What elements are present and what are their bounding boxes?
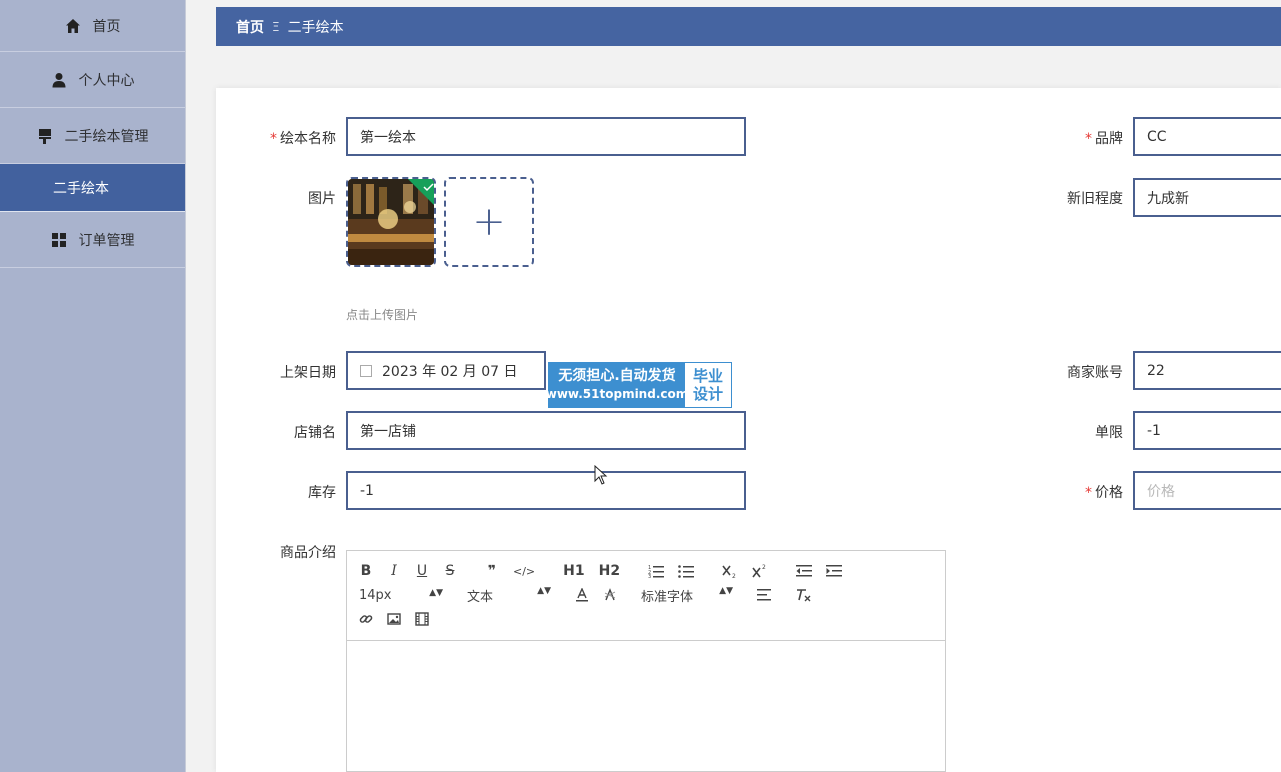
upload-image-button[interactable]: + — [444, 177, 534, 267]
sidebar-item-label: 二手绘本 — [53, 180, 109, 197]
library-photo-icon — [348, 179, 434, 265]
stamp-icon — [38, 128, 51, 144]
subscript-icon[interactable]: 2 — [722, 564, 738, 578]
shop-input[interactable]: 第一店铺 — [346, 411, 746, 450]
outdent-icon[interactable] — [796, 564, 813, 578]
breadcrumb-current: 二手绘本 — [287, 19, 344, 36]
name-label: * 绘本名称 — [270, 131, 336, 147]
stock-input[interactable]: -1 — [346, 471, 746, 510]
breadcrumb-home[interactable]: 首页 — [236, 17, 264, 37]
bold-button[interactable]: B — [359, 563, 373, 579]
clear-format-icon[interactable] — [795, 588, 811, 602]
align-icon[interactable] — [757, 588, 773, 602]
price-label: * 价格 — [1085, 485, 1123, 501]
editor-toolbar: B I U S ❞ </> H1 H2 123 2 2 14px ▲▼ 文本 ▲▼ … — [347, 551, 945, 641]
merchant-label: 商家账号 — [1067, 365, 1123, 381]
heading1-button[interactable]: H1 — [563, 563, 584, 579]
sidebar-item-used-books[interactable]: 二手绘本 — [0, 164, 185, 212]
shop-label: 店铺名 — [294, 425, 336, 441]
breadcrumb-separator: Ξ — [272, 19, 280, 34]
background-color-icon[interactable] — [603, 588, 617, 602]
breadcrumb: 首页 Ξ 二手绘本 — [216, 7, 1281, 46]
date-value: 2023 年 02 月 07 日 — [382, 363, 518, 380]
strike-button[interactable]: S — [443, 563, 457, 579]
intro-label: 商品介绍 — [280, 545, 336, 561]
mouse-cursor-icon — [594, 465, 608, 485]
paragraph-select[interactable]: 文本 ▲▼ — [467, 586, 551, 605]
updown-icon: ▲▼ — [429, 587, 443, 598]
upload-hint: 点击上传图片 — [346, 308, 419, 322]
name-input[interactable]: 第一绘本 — [346, 117, 746, 156]
merchant-input[interactable]: 22 — [1133, 351, 1281, 390]
underline-button[interactable]: U — [415, 563, 429, 579]
watermark-url: www.51topmind.com — [545, 387, 689, 401]
limit-input[interactable]: -1 — [1133, 411, 1281, 450]
condition-label: 新旧程度 — [1067, 191, 1123, 207]
font-color-icon[interactable] — [575, 588, 589, 602]
calendar-icon — [360, 364, 372, 377]
bullet-list-icon[interactable] — [678, 564, 695, 578]
watermark-logo: 无须担心.自动发货 www.51topmind.com 毕业 设计 — [545, 362, 732, 408]
font-family-select[interactable]: 标准字体 ▲▼ — [641, 586, 733, 605]
font-size-select[interactable]: 14px ▲▼ — [359, 588, 443, 603]
plus-icon: + — [472, 199, 506, 245]
sidebar-item-book-management[interactable]: 二手绘本管理 — [0, 108, 185, 164]
editor-content-area[interactable] — [347, 641, 945, 771]
sidebar-item-label: 个人中心 — [78, 72, 135, 89]
sidebar: 首页 个人中心 二手绘本管理 二手绘本 订单管理 — [0, 0, 186, 772]
svg-text:2: 2 — [732, 573, 736, 578]
superscript-icon[interactable]: 2 — [752, 564, 768, 578]
brand-input[interactable]: CC — [1133, 117, 1281, 156]
italic-button[interactable]: I — [387, 563, 401, 579]
date-label: 上架日期 — [280, 365, 336, 381]
sidebar-item-label: 二手绘本管理 — [64, 128, 149, 145]
brand-label: * 品牌 — [1085, 131, 1123, 147]
link-icon[interactable] — [359, 612, 373, 626]
sidebar-item-label: 订单管理 — [78, 232, 135, 249]
price-input[interactable]: 价格 — [1133, 471, 1281, 510]
sidebar-item-orders[interactable]: 订单管理 — [0, 212, 185, 268]
svg-text:3: 3 — [648, 574, 651, 578]
limit-label: 单限 — [1095, 425, 1123, 441]
svg-text:2: 2 — [762, 564, 766, 571]
sidebar-item-home[interactable]: 首页 — [0, 0, 185, 52]
image-icon[interactable] — [387, 612, 401, 626]
quote-icon[interactable]: ❞ — [485, 563, 499, 579]
watermark-line1: 无须担心.自动发货 — [558, 368, 676, 384]
uploaded-image-thumbnail[interactable] — [346, 177, 436, 267]
grid-icon — [51, 232, 66, 247]
updown-icon: ▲▼ — [719, 585, 733, 596]
watermark-side1: 毕业 — [692, 367, 723, 385]
updown-icon: ▲▼ — [537, 585, 551, 596]
ordered-list-icon[interactable]: 123 — [648, 564, 665, 578]
date-picker[interactable]: 2023 年 02 月 07 日 — [346, 351, 546, 390]
sidebar-item-label: 首页 — [92, 18, 121, 35]
code-icon[interactable]: </> — [513, 565, 535, 578]
home-icon — [65, 18, 80, 33]
sidebar-item-profile[interactable]: 个人中心 — [0, 52, 185, 108]
stock-label: 库存 — [308, 485, 336, 501]
image-label: 图片 — [308, 191, 336, 207]
heading2-button[interactable]: H2 — [599, 563, 620, 579]
user-icon — [52, 72, 65, 87]
video-icon[interactable] — [415, 612, 429, 626]
indent-icon[interactable] — [826, 564, 843, 578]
watermark-side2: 设计 — [692, 385, 723, 403]
rich-text-editor[interactable]: B I U S ❞ </> H1 H2 123 2 2 14px ▲▼ 文本 ▲▼ … — [346, 550, 946, 772]
condition-input[interactable]: 九成新 — [1133, 178, 1281, 217]
